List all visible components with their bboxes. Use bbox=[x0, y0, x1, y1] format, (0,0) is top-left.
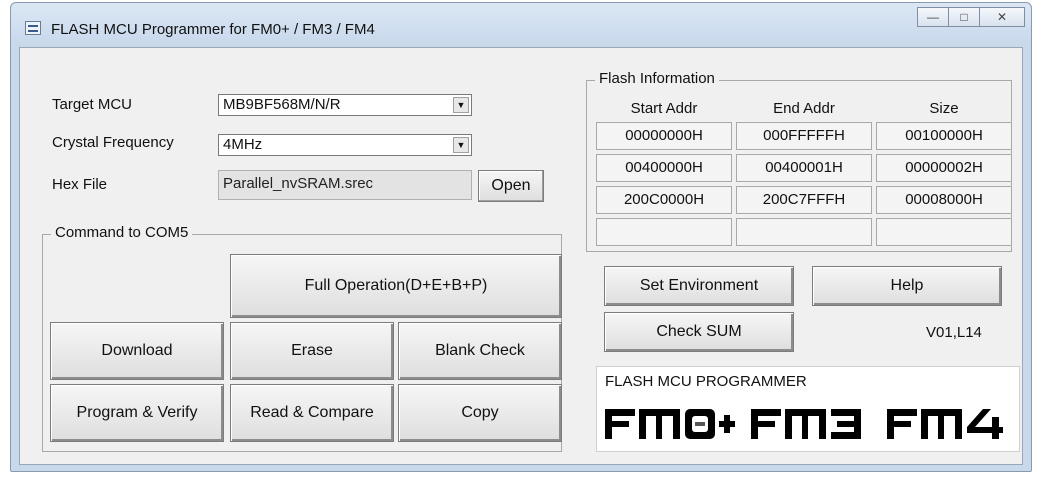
table-cell: 000FFFFFH bbox=[736, 122, 872, 150]
check-sum-button[interactable]: Check SUM bbox=[604, 312, 794, 352]
close-icon: ✕ bbox=[996, 10, 1008, 24]
crystal-frequency-value: 4MHz bbox=[223, 136, 263, 153]
flash-info-title: Flash Information bbox=[595, 70, 719, 87]
app-window: FLASH MCU Programmer for FM0+ / FM3 / FM… bbox=[10, 2, 1032, 472]
fm-logo-icon bbox=[605, 409, 1003, 439]
minimize-icon: — bbox=[927, 10, 939, 24]
logo-panel: FLASH MCU PROGRAMMER bbox=[596, 366, 1020, 452]
read-compare-button[interactable]: Read & Compare bbox=[230, 384, 394, 442]
title-bar[interactable]: FLASH MCU Programmer for FM0+ / FM3 / FM… bbox=[11, 3, 1031, 47]
caption-buttons: — □ ✕ bbox=[917, 7, 1025, 27]
copy-button[interactable]: Copy bbox=[398, 384, 562, 442]
hex-file-field[interactable]: Parallel_nvSRAM.srec bbox=[218, 170, 472, 200]
table-cell bbox=[876, 218, 1012, 246]
help-button[interactable]: Help bbox=[812, 266, 1002, 306]
program-verify-button[interactable]: Program & Verify bbox=[50, 384, 224, 442]
download-button[interactable]: Download bbox=[50, 322, 224, 380]
crystal-frequency-select[interactable]: 4MHz ▼ bbox=[218, 134, 472, 156]
target-mcu-label: Target MCU bbox=[52, 96, 133, 113]
column-header-size: Size bbox=[929, 100, 959, 117]
maximize-button[interactable]: □ bbox=[948, 7, 980, 27]
open-button[interactable]: Open bbox=[478, 170, 544, 202]
app-icon[interactable] bbox=[25, 21, 41, 35]
chevron-down-icon[interactable]: ▼ bbox=[453, 137, 469, 153]
table-cell: 200C7FFFH bbox=[736, 186, 872, 214]
set-environment-button[interactable]: Set Environment bbox=[604, 266, 794, 306]
client-area: Target MCU MB9BF568M/N/R ▼ Crystal Frequ… bbox=[19, 47, 1023, 465]
hex-file-label: Hex File bbox=[52, 176, 108, 193]
minimize-button[interactable]: — bbox=[917, 7, 949, 27]
version-label: V01,L14 bbox=[926, 324, 982, 341]
table-cell: 200C0000H bbox=[596, 186, 732, 214]
target-mcu-select[interactable]: MB9BF568M/N/R ▼ bbox=[218, 94, 472, 116]
blank-check-button[interactable]: Blank Check bbox=[398, 322, 562, 380]
command-group-title: Command to COM5 bbox=[51, 224, 193, 241]
full-operation-button[interactable]: Full Operation(D+E+B+P) bbox=[230, 254, 562, 318]
chevron-down-icon[interactable]: ▼ bbox=[453, 97, 469, 113]
table-cell: 00000002H bbox=[876, 154, 1012, 182]
table-cell: 00400001H bbox=[736, 154, 872, 182]
table-cell: 00400000H bbox=[596, 154, 732, 182]
window-title: FLASH MCU Programmer for FM0+ / FM3 / FM… bbox=[51, 21, 375, 38]
logo-caption: FLASH MCU PROGRAMMER bbox=[605, 373, 807, 390]
erase-button[interactable]: Erase bbox=[230, 322, 394, 380]
table-cell bbox=[736, 218, 872, 246]
table-cell: 00008000H bbox=[876, 186, 1012, 214]
close-button[interactable]: ✕ bbox=[979, 7, 1025, 27]
target-mcu-value: MB9BF568M/N/R bbox=[223, 96, 341, 113]
column-header-end-addr: End Addr bbox=[773, 100, 835, 117]
maximize-icon: □ bbox=[960, 10, 968, 24]
table-cell: 00100000H bbox=[876, 122, 1012, 150]
column-header-start-addr: Start Addr bbox=[630, 100, 698, 117]
crystal-frequency-label: Crystal Frequency bbox=[52, 134, 174, 151]
table-cell: 00000000H bbox=[596, 122, 732, 150]
table-cell bbox=[596, 218, 732, 246]
